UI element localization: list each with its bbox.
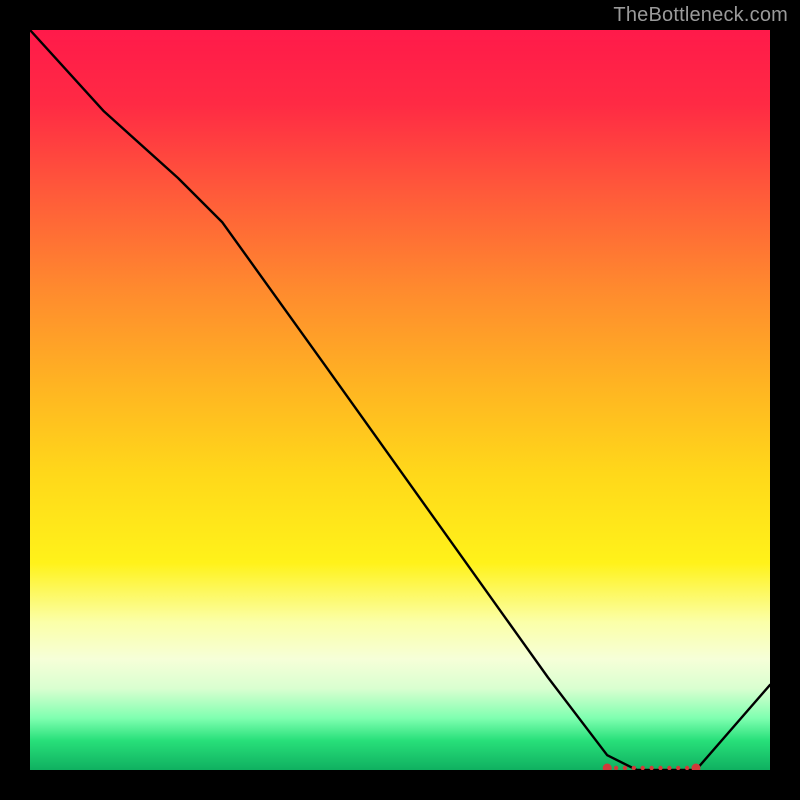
min-marker xyxy=(632,766,636,770)
plot-area xyxy=(30,30,770,770)
min-marker xyxy=(685,766,689,770)
min-marker xyxy=(614,766,618,770)
min-marker xyxy=(676,766,680,770)
bottleneck-curve xyxy=(30,30,770,770)
min-marker xyxy=(667,766,671,770)
min-marker xyxy=(692,764,701,771)
min-marker xyxy=(641,766,645,770)
min-marker xyxy=(623,766,627,770)
chart-frame: TheBottleneck.com xyxy=(0,0,800,800)
min-marker xyxy=(603,764,612,771)
min-marker xyxy=(658,766,662,770)
min-marker xyxy=(649,766,653,770)
minimum-markers xyxy=(603,764,701,771)
line-layer xyxy=(30,30,770,770)
watermark-text: TheBottleneck.com xyxy=(613,4,788,27)
